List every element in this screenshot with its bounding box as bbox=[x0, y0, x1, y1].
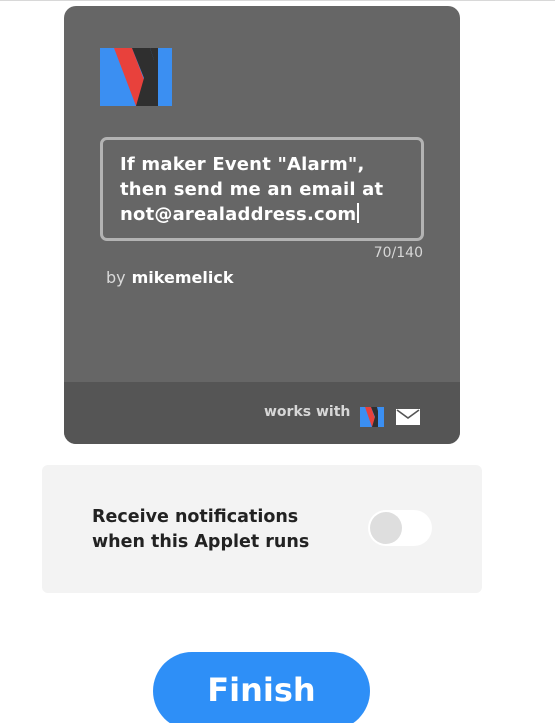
applet-card: If maker Event "Alarm", then send me an … bbox=[64, 6, 460, 444]
finish-button[interactable]: Finish bbox=[153, 652, 370, 723]
works-with-label: works with bbox=[264, 404, 351, 420]
applet-description-field[interactable]: If maker Event "Alarm", then send me an … bbox=[100, 137, 424, 241]
toggle-knob bbox=[370, 512, 402, 544]
author-name[interactable]: mikemelick bbox=[132, 268, 234, 287]
notifications-panel: Receive notifications when this Applet r… bbox=[42, 465, 482, 593]
maker-logo-small-icon bbox=[360, 407, 384, 427]
byline-prefix: by bbox=[106, 268, 126, 287]
notifications-label: Receive notifications when this Applet r… bbox=[92, 507, 310, 552]
notifications-toggle[interactable] bbox=[368, 510, 432, 546]
works-with-bar: works with bbox=[64, 382, 460, 444]
applet-finish-screen: If maker Event "Alarm", then send me an … bbox=[0, 0, 555, 723]
author-byline: by mikemelick bbox=[106, 268, 233, 287]
top-divider bbox=[0, 0, 555, 1]
applet-description-text: If maker Event "Alarm", then send me an … bbox=[120, 154, 384, 225]
maker-logo-icon bbox=[100, 48, 172, 106]
character-count: 70/140 bbox=[373, 245, 423, 261]
text-caret bbox=[357, 203, 359, 223]
email-envelope-icon bbox=[396, 409, 420, 425]
